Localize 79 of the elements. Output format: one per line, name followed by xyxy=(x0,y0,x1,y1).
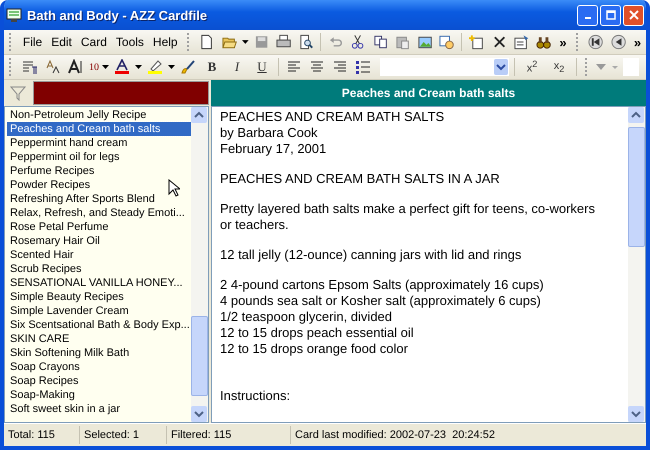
scroll-down-icon[interactable] xyxy=(191,406,207,422)
maximize-icon xyxy=(606,10,616,20)
card-text-line: February 17, 2001 xyxy=(220,141,328,157)
list-item[interactable]: Peppermint hand cream xyxy=(7,136,191,150)
menu-item[interactable]: Card xyxy=(78,35,110,49)
scrollbar[interactable] xyxy=(191,107,208,422)
dropdown-caret-icon[interactable] xyxy=(102,65,109,69)
maximize-button[interactable] xyxy=(600,4,621,26)
card-text-line: 1/2 teaspoon glycerin, divided xyxy=(220,309,394,325)
list-item[interactable]: SENSATIONAL VANILLA HONEY... xyxy=(7,276,191,290)
previous-record-icon[interactable] xyxy=(608,32,628,52)
list-item[interactable]: Soft sweet skin in a jar xyxy=(7,402,191,416)
card-text-line: 12 tall jelly (12-ounce) canning jars with lid and rings xyxy=(220,247,522,263)
dropdown-caret-icon[interactable] xyxy=(242,40,249,44)
card-text-line: or teachers. xyxy=(220,217,290,233)
list-item[interactable]: Scrub Recipes xyxy=(7,262,191,276)
menu-item[interactable]: File xyxy=(20,35,46,49)
section-heading: Instructions: xyxy=(220,388,292,404)
list-item[interactable]: SKIN CARE xyxy=(7,332,191,346)
italic-button[interactable]: I xyxy=(226,57,248,77)
list-item[interactable]: Soap-Making xyxy=(7,388,191,402)
status-text: Selected: 1 xyxy=(80,426,167,444)
card-text-line: PEACHES AND CREAM BATH SALTS xyxy=(220,109,446,125)
toolbar-overflow-button[interactable]: » xyxy=(556,34,570,50)
list-item[interactable]: Powder Recipes xyxy=(7,178,191,192)
scroll-down-icon[interactable] xyxy=(628,406,644,422)
underline-button[interactable]: U xyxy=(251,57,273,77)
dropdown-caret-icon[interactable] xyxy=(135,65,142,69)
list-item[interactable]: Perfume Recipes xyxy=(7,164,191,178)
list-item[interactable]: Peppermint oil for legs xyxy=(7,150,191,164)
minimize-button[interactable] xyxy=(577,4,598,26)
list-item[interactable]: Soap Crayons xyxy=(7,360,191,374)
card-text-line: 2 4-pound cartons Epsom Salts (approximately 16 cups) xyxy=(220,277,545,293)
scroll-up-icon[interactable] xyxy=(628,107,644,123)
font-size-value[interactable]: 10 xyxy=(89,62,99,72)
list-item[interactable]: Simple Lavender Cream xyxy=(7,304,191,318)
list-item[interactable]: Scented Hair xyxy=(7,248,191,262)
list-item[interactable]: Six Scentsational Bath & Body Exp... xyxy=(7,318,191,332)
scrollbar[interactable] xyxy=(628,107,645,422)
dropdown-caret-icon[interactable] xyxy=(168,65,175,69)
input-field[interactable] xyxy=(623,58,639,76)
menu-item[interactable]: Edit xyxy=(48,35,75,49)
scroll-up-icon[interactable] xyxy=(191,107,207,123)
list-item[interactable]: Refreshing After Sports Blend xyxy=(7,192,191,206)
list-item[interactable]: Non-Petroleum Jelly Recipe xyxy=(7,108,191,122)
subscript-button[interactable]: x$_{2}$ xyxy=(547,57,571,77)
card-text-line: by Barbara Cook xyxy=(220,125,319,141)
card-title: Peaches and Cream bath salts xyxy=(211,80,646,106)
superscript-button[interactable]: x$^{2}$ xyxy=(520,57,544,77)
mouse-pointer-icon xyxy=(168,179,180,197)
list-item[interactable]: Simple Beauty Recipes xyxy=(7,290,191,304)
list-item[interactable]: Rosemary Hair Oil xyxy=(7,234,191,248)
card-text-line: PEACHES AND CREAM BATH SALTS IN A JAR xyxy=(220,171,501,187)
list-item[interactable]: Skin Softening Milk Bath xyxy=(7,346,191,360)
card-file-icon xyxy=(6,7,22,23)
menu-item[interactable]: Tools xyxy=(112,35,147,49)
close-button[interactable] xyxy=(623,4,644,26)
card-text-line: 4 pounds sea salt or Kosher salt (approximately 6 cups) xyxy=(220,293,542,309)
list-item[interactable]: Soap Recipes xyxy=(7,374,191,388)
minimize-icon xyxy=(584,17,590,19)
close-icon xyxy=(628,10,638,20)
font-color-icon[interactable] xyxy=(112,57,132,77)
status-text: Filtered: 115 xyxy=(167,426,291,444)
filter-field[interactable] xyxy=(33,81,209,105)
scroll-thumb[interactable] xyxy=(191,316,208,396)
card-text-line: 12 to 15 drops peach essential oil xyxy=(220,325,415,341)
menu-item[interactable]: Help xyxy=(150,35,181,49)
toolbar-overflow-button[interactable]: » xyxy=(630,34,644,50)
status-text: Total: 115 xyxy=(4,426,80,444)
card-text-line: Pretty layered bath salts make a perfect gift for teens, co-workers xyxy=(220,201,596,217)
card-text-line: 12 to 15 drops orange food color xyxy=(220,341,409,357)
list-item[interactable]: Peaches and Cream bath salts xyxy=(7,122,191,136)
window-title: Bath and Body - AZZ Cardfile xyxy=(27,8,208,22)
dropdown-button-icon[interactable] xyxy=(494,59,508,75)
bold-button[interactable]: B xyxy=(201,57,223,77)
list-item[interactable]: Rose Petal Perfume xyxy=(7,220,191,234)
scroll-thumb[interactable] xyxy=(628,127,645,247)
status-text: Card last modified: 2002-07-23 20:24:52 xyxy=(294,428,496,443)
list-item[interactable]: Relax, Refresh, and Steady Emoti... xyxy=(7,206,191,220)
